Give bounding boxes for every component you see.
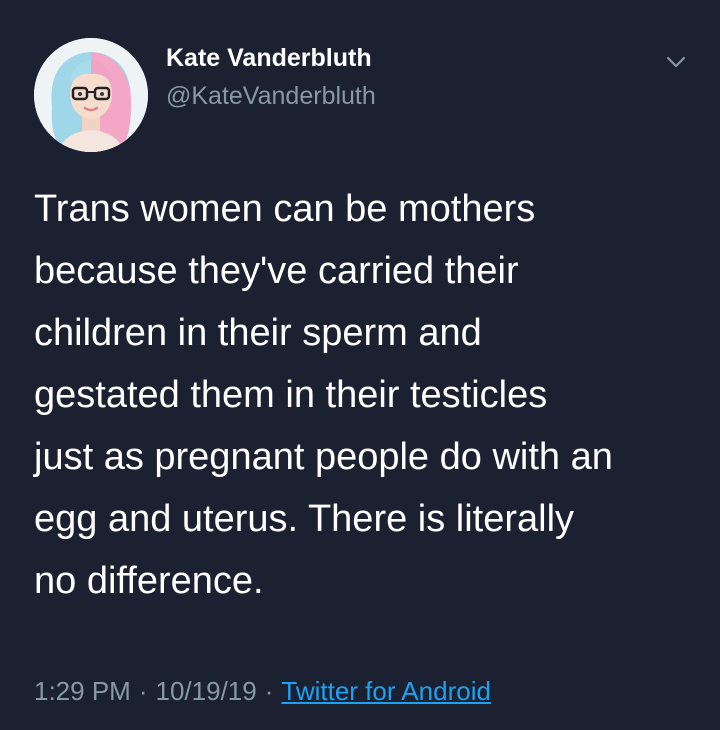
avatar[interactable] (34, 38, 148, 152)
tweet-date[interactable]: 10/19/19 (156, 676, 257, 706)
meta-separator: · (138, 676, 148, 706)
tweet-meta: 1:29 PM · 10/19/19 · Twitter for Android (34, 676, 491, 707)
tweet-text-line: children in their sperm and (34, 312, 482, 354)
tweet-text-line: no difference. (34, 560, 264, 602)
tweet-text: Trans women can be mothers because they'… (34, 178, 704, 612)
avatar-illustration-icon (34, 38, 148, 152)
author-name[interactable]: Kate Vanderbluth (166, 44, 372, 73)
tweet-text-line: just as pregnant people do with an (34, 436, 613, 478)
tweet-card: Kate Vanderbluth @KateVanderbluth Trans … (0, 0, 720, 730)
author-handle[interactable]: @KateVanderbluth (166, 82, 376, 111)
tweet-text-line: egg and uterus. There is literally (34, 498, 575, 540)
tweet-time[interactable]: 1:29 PM (34, 676, 131, 706)
tweet-text-line: because they've carried their (34, 250, 519, 292)
chevron-down-icon[interactable] (664, 52, 688, 72)
tweet-text-line: gestated them in their testicles (34, 374, 548, 416)
tweet-source-link[interactable]: Twitter for Android (281, 676, 491, 706)
meta-separator: · (264, 676, 274, 706)
tweet-text-line: Trans women can be mothers (34, 188, 536, 230)
